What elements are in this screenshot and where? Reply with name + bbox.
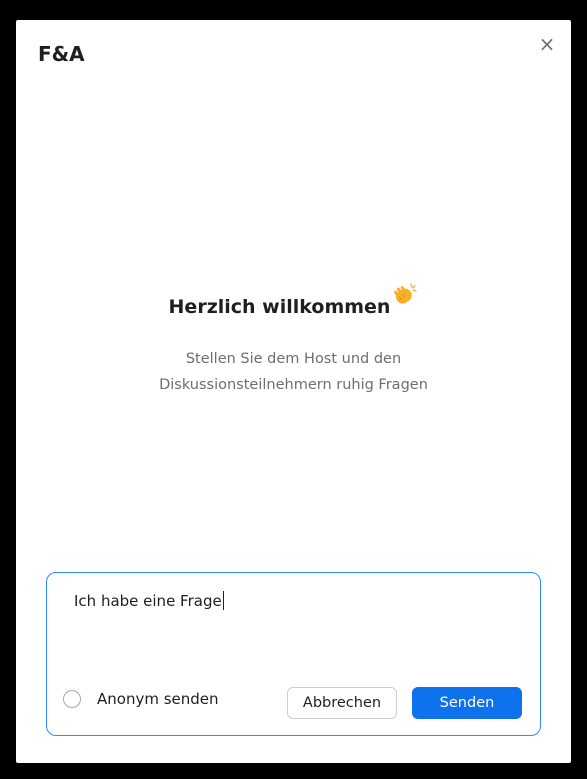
question-input-value: Ich habe eine Frage [74,592,222,610]
anonymous-checkbox[interactable] [63,690,81,708]
qa-panel: F&A × Herzlich willkommen Stellen Sie de… [16,20,571,763]
anonymous-label: Anonym senden [97,690,219,708]
welcome-heading: Herzlich willkommen [168,296,391,318]
clapping-hands-icon [392,282,418,312]
anonymous-toggle[interactable]: Anonym senden [63,690,219,708]
question-input[interactable]: Ich habe eine Frage [74,591,224,610]
close-icon[interactable]: × [537,34,557,54]
send-button[interactable]: Senden [412,687,522,719]
welcome-heading-row: Herzlich willkommen [16,283,571,318]
panel-title: F&A [38,42,85,66]
cancel-button[interactable]: Abbrechen [287,687,397,719]
question-composer: Ich habe eine Frage Anonym senden Abbrec… [46,572,541,736]
text-caret [222,591,224,610]
welcome-subtitle: Stellen Sie dem Host und den Diskussions… [159,351,428,393]
